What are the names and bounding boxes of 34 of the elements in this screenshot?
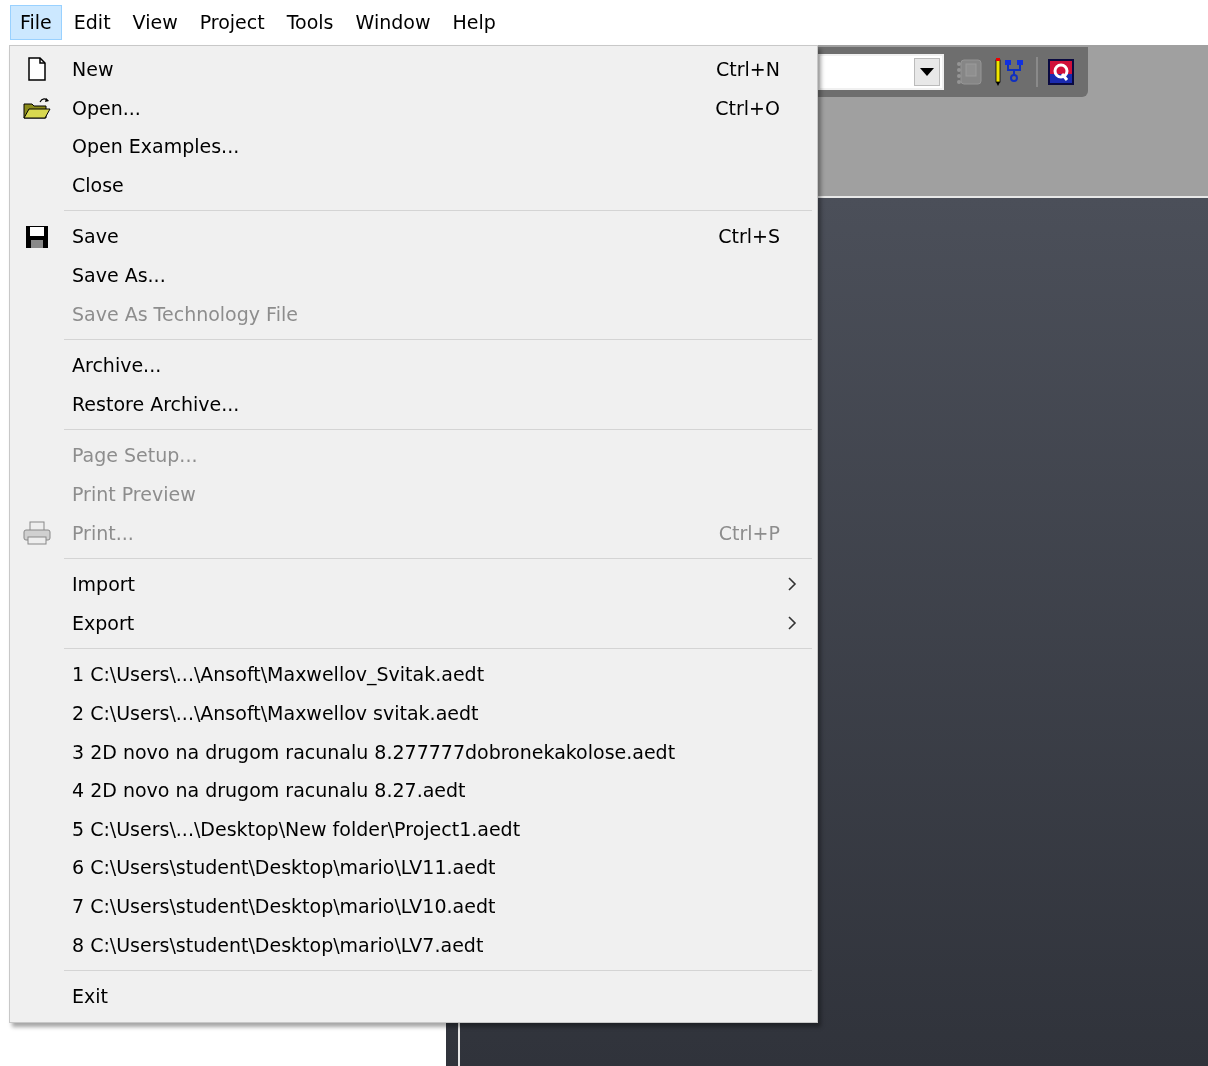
menu-item[interactable]: Tools — [276, 5, 344, 40]
menu-item[interactable]: Project — [189, 5, 275, 40]
menu-item[interactable]: File — [10, 5, 62, 40]
menu-item[interactable]: Close — [10, 165, 817, 205]
menu-item[interactable]: Window — [345, 5, 441, 40]
menu-item[interactable]: Archive... — [10, 346, 817, 385]
printer-icon — [22, 520, 52, 545]
menu-item[interactable]: Export — [10, 603, 817, 643]
folder-icon — [22, 95, 52, 120]
dropdown-field[interactable] — [818, 54, 944, 90]
menu-item[interactable]: Save As... — [10, 255, 817, 295]
menu-item[interactable]: 6 C:\Users\student\Desktop\mario\LV11.aedt — [10, 848, 817, 887]
menu-item[interactable]: 5 C:\Users\...\Desktop\New folder\Project1.aedt — [10, 809, 817, 849]
dropdown-button[interactable] — [914, 58, 940, 86]
menu-item[interactable]: 3 2D novo na drugom racunalu 8.277777dobronekakolose.aedt — [10, 732, 817, 772]
menu-item[interactable]: 7 C:\Users\student\Desktop\mario\LV10.aedt — [10, 886, 817, 926]
menu-item[interactable]: 8 C:\Users\student\Desktop\mario\LV7.aedt — [10, 925, 817, 965]
menu-item[interactable]: Edit — [63, 5, 121, 40]
menu-item[interactable]: Import — [10, 565, 817, 604]
menu-item[interactable]: Help — [442, 5, 506, 40]
menu-item[interactable]: Save Ctrl+S — [10, 217, 817, 256]
menu-item[interactable]: 4 2D novo na drugom racunalu 8.27.aedt — [10, 771, 817, 810]
menu-item[interactable]: Exit — [10, 977, 817, 1016]
menu-item[interactable]: Restore Archive... — [10, 384, 817, 424]
menu-item[interactable]: Open Examples... — [10, 127, 817, 166]
page-icon — [26, 57, 48, 82]
q-logo-icon[interactable] — [1048, 59, 1074, 85]
caret-icon — [920, 68, 934, 76]
menu-item[interactable]: 2 C:\Users\...\Ansoft\Maxwellov svitak.aedt — [10, 693, 817, 733]
pencil-hierarchy-icon[interactable] — [994, 57, 1026, 87]
menu-item[interactable]: New Ctrl+N — [10, 50, 817, 89]
menu-item[interactable]: View — [122, 5, 188, 40]
menu-item[interactable]: Open... Ctrl+O — [10, 88, 817, 128]
menu-item[interactable]: 1 C:\Users\...\Ansoft\Maxwellov_Svitak.aedt — [10, 655, 817, 694]
